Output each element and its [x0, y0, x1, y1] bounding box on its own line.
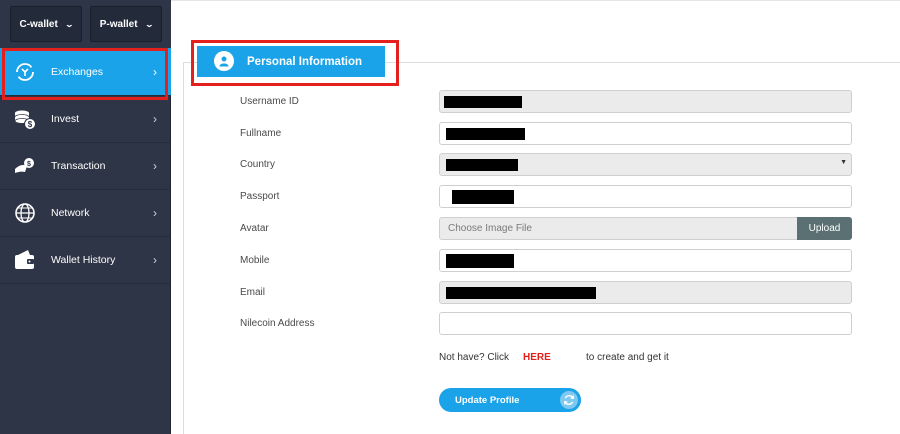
chevron-right-icon: › — [153, 253, 157, 267]
user-icon — [214, 51, 234, 71]
sidebar-item-label: Network — [51, 207, 90, 219]
svg-text:$: $ — [28, 120, 33, 129]
nilecoin-address-field[interactable] — [439, 312, 852, 335]
sidebar-item-label: Exchanges — [51, 65, 103, 78]
update-profile-button[interactable]: Update Profile — [439, 388, 581, 412]
fullname-label: Fullname — [240, 128, 282, 139]
coins-icon: $ — [13, 107, 37, 131]
update-profile-label: Update Profile — [455, 394, 520, 406]
exchange-icon — [13, 60, 37, 84]
sidebar-item-wallet-history[interactable]: Wallet History › — [0, 237, 171, 284]
c-wallet-button[interactable]: C-wallet ⌄ — [10, 6, 82, 42]
p-wallet-button[interactable]: P-wallet ⌄ — [90, 6, 162, 42]
chevron-right-icon: › — [153, 159, 157, 173]
sidebar-item-network[interactable]: Network › — [0, 190, 171, 237]
fullname-field[interactable] — [439, 122, 852, 145]
sidebar-item-transaction[interactable]: $ Transaction › — [0, 143, 171, 190]
chevron-right-icon: › — [153, 112, 157, 126]
p-wallet-label: P-wallet — [99, 18, 138, 30]
sidebar-item-invest[interactable]: $ Invest › — [0, 96, 171, 143]
money-transfer-icon: $ — [13, 154, 37, 178]
sidebar-item-exchanges[interactable]: Exchanges › — [0, 48, 171, 96]
wallet-icon — [13, 248, 37, 272]
country-select[interactable]: ▼ — [439, 153, 852, 176]
email-label: Email — [240, 287, 266, 298]
redacted-value — [446, 128, 525, 140]
mobile-label: Mobile — [240, 255, 270, 266]
chevron-down-icon: ⌄ — [144, 19, 154, 29]
sidebar: C-wallet ⌄ P-wallet ⌄ Exchanges › $ Inve… — [0, 0, 171, 434]
nilecoin-address-label: Nilecoin Address — [240, 318, 315, 329]
redacted-value — [446, 287, 596, 299]
globe-icon — [13, 201, 37, 225]
username-label: Username ID — [240, 96, 299, 107]
sidebar-item-label: Transaction — [51, 160, 106, 172]
sidebar-item-label: Invest — [51, 113, 80, 125]
refresh-icon — [560, 391, 578, 409]
upload-button[interactable]: Upload — [797, 217, 852, 240]
sidebar-item-label: Wallet History — [51, 254, 116, 266]
avatar-label: Avatar — [240, 223, 269, 234]
email-field — [439, 281, 852, 304]
mobile-field[interactable] — [439, 249, 852, 272]
note-suffix: to create and get it — [586, 352, 669, 363]
svg-text:$: $ — [27, 161, 31, 168]
note-prefix: Not have? Click — [439, 352, 510, 363]
tab-personal-information[interactable]: Personal Information — [197, 46, 385, 77]
avatar-placeholder: Choose Image File — [448, 223, 532, 234]
username-field — [439, 90, 852, 113]
app-root: C-wallet ⌄ P-wallet ⌄ Exchanges › $ Inve… — [0, 0, 900, 434]
sidebar-menu: Exchanges › $ Invest › $ Transaction › N… — [0, 48, 171, 284]
caret-down-icon: ▼ — [840, 159, 847, 166]
redacted-value — [446, 254, 514, 268]
chevron-right-icon: › — [153, 206, 157, 220]
passport-field[interactable] — [439, 185, 852, 208]
chevron-down-icon: ⌄ — [64, 19, 74, 29]
main-content: Personal Information Username ID Fullnam… — [171, 0, 900, 434]
chevron-right-icon: › — [153, 64, 157, 79]
redacted-value — [452, 190, 514, 204]
avatar-file-input[interactable]: Choose Image File Upload — [439, 217, 852, 240]
tab-label: Personal Information — [247, 55, 363, 68]
create-address-note: Not have? Click HERE to create and get i… — [439, 352, 669, 363]
divider — [171, 0, 900, 1]
redacted-value — [444, 96, 522, 108]
here-link[interactable]: HERE — [523, 352, 551, 363]
passport-label: Passport — [240, 191, 280, 202]
profile-card — [183, 62, 900, 434]
c-wallet-label: C-wallet — [19, 18, 58, 30]
country-label: Country — [240, 159, 276, 170]
redacted-value — [446, 159, 518, 171]
wallet-switcher: C-wallet ⌄ P-wallet ⌄ — [0, 0, 171, 48]
